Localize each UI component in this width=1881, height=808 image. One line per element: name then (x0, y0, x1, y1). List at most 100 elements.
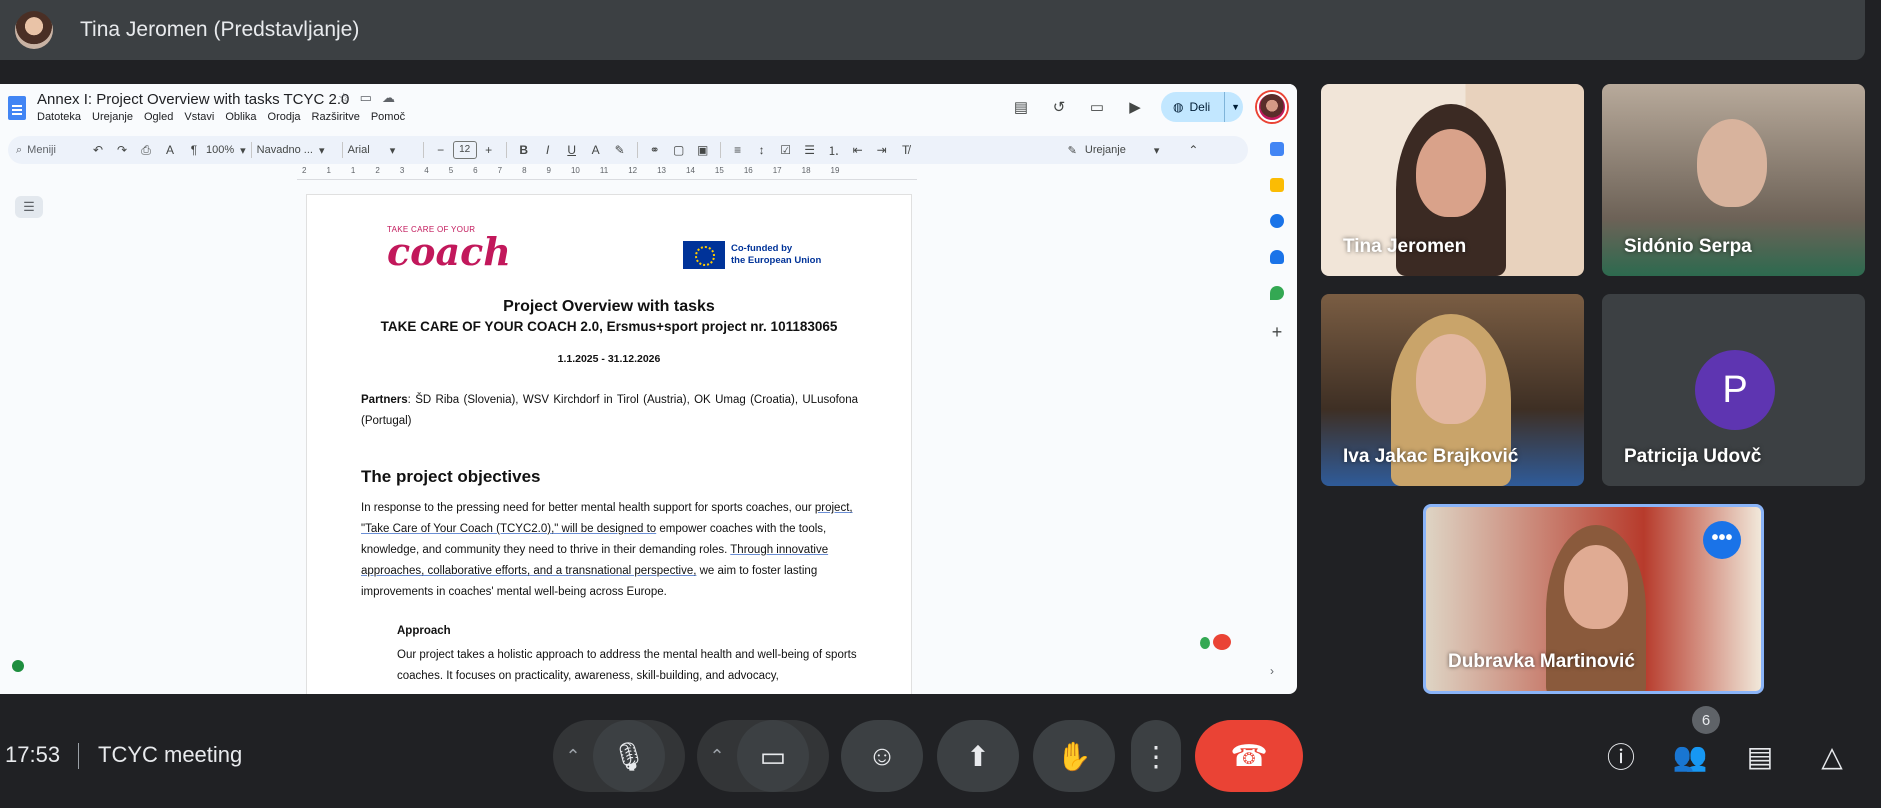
editing-mode-select[interactable]: ✎ Urejanje ▾ (1068, 144, 1160, 157)
maps-icon[interactable] (1270, 286, 1284, 300)
print-icon[interactable]: ⎙ (134, 143, 158, 158)
menu-insert[interactable]: Vstavi (184, 111, 214, 123)
ruler-tick: 2 (302, 166, 307, 175)
doc-title-icons[interactable]: ☆▭☁ (338, 90, 405, 106)
more-options-icon[interactable]: ••• (1703, 521, 1741, 559)
add-addon-icon[interactable]: + (1272, 322, 1283, 343)
font-size-input[interactable]: 12 (452, 141, 477, 159)
emoji-react-icon[interactable] (1213, 634, 1231, 650)
menu-extensions[interactable]: Razširitve (312, 111, 360, 123)
contacts-icon[interactable] (1270, 250, 1284, 264)
share-button[interactable]: ◍ Deli ▼ (1161, 92, 1243, 122)
spellcheck-icon[interactable]: A (158, 143, 182, 157)
ruler-tick: 16 (743, 166, 753, 175)
calendar-icon[interactable] (1270, 142, 1284, 156)
participant-tile[interactable]: Tina Jeromen (1321, 84, 1584, 276)
collapse-toolbar-icon[interactable]: ⌃ (1181, 143, 1205, 157)
participant-tile[interactable]: Iva Jakac Brajković (1321, 294, 1584, 486)
increase-indent-icon[interactable]: ⇥ (870, 143, 894, 157)
paint-format-icon[interactable]: ¶ (182, 143, 206, 157)
align-icon[interactable]: ≡ (726, 143, 750, 157)
zoom-select[interactable]: 100% ▾ (206, 144, 246, 157)
shared-screen[interactable]: Annex I: Project Overview with tasks TCY… (0, 84, 1297, 694)
line-spacing-icon[interactable]: ↕ (750, 143, 774, 157)
globe-icon: ◍ (1173, 100, 1184, 114)
undo-icon[interactable]: ↶ (86, 143, 110, 157)
chat-button[interactable]: ▤ (1738, 734, 1782, 778)
keep-icon[interactable] (1270, 178, 1284, 192)
ruler-tick: 12 (628, 166, 638, 175)
more-vert-icon: ⋮ (1142, 740, 1170, 772)
doc-header-actions: ▤ ↺ ▭ ▶ ◍ Deli ▼ (1009, 92, 1287, 122)
activities-button[interactable]: △ (1810, 734, 1854, 778)
participant-tile[interactable]: P Patricija Udovč (1602, 294, 1865, 486)
decrease-indent-icon[interactable]: ⇤ (846, 143, 870, 157)
microphone-button[interactable]: 🎙 (593, 720, 665, 792)
gemini-assist-icons[interactable] (1200, 634, 1234, 654)
doc-title[interactable]: Annex I: Project Overview with tasks TCY… (37, 91, 349, 108)
user-avatar[interactable] (1257, 92, 1287, 122)
video-options-icon[interactable]: ⌃ (697, 746, 737, 767)
participant-name: Dubravka Martinović (1448, 651, 1635, 672)
insert-image-icon[interactable]: ▣ (691, 143, 715, 157)
document-page[interactable]: TAKE CARE OF YOUR coach Co-funded by the… (306, 194, 912, 694)
menu-help[interactable]: Pomoč (371, 111, 405, 123)
eu-logo-text: Co-funded by the European Union (731, 243, 821, 267)
menu-format[interactable]: Oblika (225, 111, 256, 123)
style-select[interactable]: Navadno ... ▾ (257, 144, 337, 157)
menu-tools[interactable]: Orodja (268, 111, 301, 123)
meeting-name: TCYC meeting (98, 742, 243, 767)
more-options-button[interactable]: ⋮ (1131, 720, 1181, 792)
ruler[interactable]: 2 1 1 2 3 4 5 6 7 8 9 10 11 12 13 14 15 … (297, 166, 917, 180)
redo-icon[interactable]: ↷ (110, 143, 134, 157)
leave-call-button[interactable]: ☎ (1195, 720, 1303, 792)
add-comment-icon[interactable]: ▢ (667, 143, 691, 157)
clear-formatting-icon[interactable]: T̸ (894, 143, 918, 157)
camera-button[interactable]: ▭ (737, 720, 809, 792)
side-panel-expand-icon[interactable]: › (1270, 664, 1274, 678)
numbered-list-icon[interactable]: ⒈ (822, 142, 846, 159)
bulleted-list-icon[interactable]: ☰ (798, 143, 822, 157)
decrease-font-icon[interactable]: − (429, 143, 453, 157)
tasks-icon[interactable] (1270, 214, 1284, 228)
checklist-icon[interactable]: ☑ (774, 143, 798, 157)
cloud-icon[interactable]: ☁ (382, 90, 405, 105)
info-icon: ⓘ (1606, 742, 1635, 773)
menu-search[interactable]: ⌕ Meniji (16, 144, 86, 157)
meet-icon[interactable]: ▶ (1123, 95, 1147, 119)
comments-icon[interactable]: ▭ (1085, 95, 1109, 119)
star-icon[interactable]: ☆ (338, 90, 360, 105)
underline-icon[interactable]: U (560, 143, 584, 157)
history-icon[interactable]: ↺ (1047, 95, 1071, 119)
meeting-info-button[interactable]: ⓘ (1599, 734, 1643, 778)
people-button[interactable]: 👥 (1668, 734, 1712, 778)
extension-icon[interactable] (12, 660, 24, 672)
reactions-button[interactable]: ☺ (841, 720, 923, 792)
docs-logo-icon[interactable] (8, 96, 26, 120)
folder-icon[interactable]: ▭ (360, 90, 382, 105)
video-feed (1416, 129, 1486, 217)
link-icon[interactable]: ⚭ (643, 143, 667, 157)
menu-file[interactable]: Datoteka (37, 111, 81, 123)
text-color-icon[interactable]: A (584, 143, 608, 157)
document-outline-button[interactable]: ☰ (15, 196, 43, 218)
assist-icon[interactable] (1200, 637, 1210, 649)
italic-icon[interactable]: I (536, 143, 560, 157)
participant-tile[interactable]: Sidónio Serpa (1602, 84, 1865, 276)
bold-icon[interactable]: B (512, 143, 536, 157)
menu-view[interactable]: Ogled (144, 111, 173, 123)
audio-options-icon[interactable]: ⌃ (553, 746, 593, 767)
self-view-tile[interactable]: ••• Dubravka Martinović (1423, 504, 1764, 694)
participant-count-badge: 6 (1692, 706, 1720, 734)
ruler-tick: 18 (801, 166, 811, 175)
presenter-bar: Tina Jeromen (Predstavljanje) (0, 0, 1865, 60)
style-value: Navadno ... (256, 144, 313, 156)
share-dropdown-icon[interactable]: ▼ (1224, 92, 1240, 122)
font-select[interactable]: Arial ▾ (348, 144, 418, 157)
menu-edit[interactable]: Urejanje (92, 111, 133, 123)
highlight-icon[interactable]: ✎ (608, 143, 632, 157)
increase-font-icon[interactable]: + (477, 143, 501, 157)
present-screen-button[interactable]: ⬆ (937, 720, 1019, 792)
raise-hand-button[interactable]: ✋ (1033, 720, 1115, 792)
presenting-icon[interactable]: ▤ (1009, 95, 1033, 119)
